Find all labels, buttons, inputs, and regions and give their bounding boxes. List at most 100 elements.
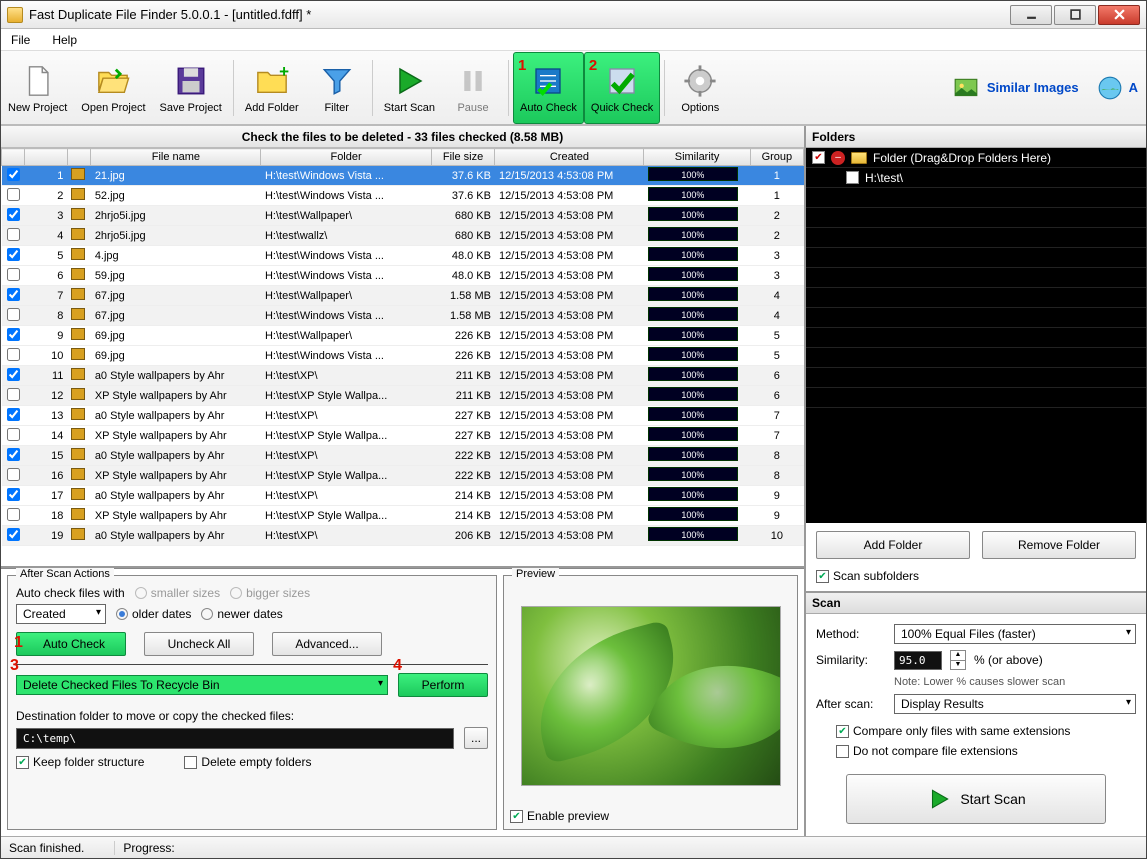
- folder-chk-icon[interactable]: [812, 151, 825, 164]
- add-folder-btn[interactable]: Add Folder: [816, 531, 970, 559]
- col-filesize[interactable]: File size: [431, 149, 495, 166]
- table-row[interactable]: 17a0 Style wallpapers by AhrH:\test\XP\2…: [2, 486, 804, 506]
- row-check[interactable]: [7, 488, 20, 501]
- new-project-button[interactable]: New Project: [1, 52, 74, 124]
- row-check[interactable]: [7, 448, 20, 461]
- row-check[interactable]: [7, 368, 20, 381]
- row-check[interactable]: [7, 208, 20, 221]
- options-button[interactable]: Options: [669, 52, 731, 124]
- save-project-button[interactable]: Save Project: [153, 52, 229, 124]
- row-check[interactable]: [7, 468, 20, 481]
- row-check[interactable]: [7, 188, 20, 201]
- titlebar[interactable]: Fast Duplicate File Finder 5.0.0.1 - [un…: [1, 1, 1146, 29]
- chk-enable-preview[interactable]: ✔Enable preview: [510, 809, 791, 823]
- thumb-icon: [71, 468, 85, 480]
- col-similarity[interactable]: Similarity: [644, 149, 750, 166]
- results-grid[interactable]: File name Folder File size Created Simil…: [1, 148, 804, 568]
- table-row[interactable]: 1069.jpgH:\test\Windows Vista ...226 KB1…: [2, 346, 804, 366]
- radio-smaller[interactable]: smaller sizes: [135, 586, 220, 600]
- chk-no-ext[interactable]: Do not compare file extensions: [836, 744, 1136, 758]
- row-check[interactable]: [7, 328, 20, 341]
- start-scan-big-button[interactable]: Start Scan: [846, 774, 1106, 824]
- table-row[interactable]: 12XP Style wallpapers by AhrH:\test\XP S…: [2, 386, 804, 406]
- col-created[interactable]: Created: [495, 149, 644, 166]
- table-row[interactable]: 42hrjo5i.jpgH:\test\wallz\680 KB12/15/20…: [2, 226, 804, 246]
- quick-check-button[interactable]: 2 Quick Check: [584, 52, 660, 124]
- similar-images-link[interactable]: Similar Images A: [951, 75, 1146, 101]
- table-row[interactable]: 14XP Style wallpapers by AhrH:\test\XP S…: [2, 426, 804, 446]
- folder-chk-icon[interactable]: [846, 171, 859, 184]
- method-dropdown[interactable]: 100% Equal Files (faster): [894, 624, 1136, 644]
- uncheckall-btn[interactable]: Uncheck All: [144, 632, 254, 656]
- spinner[interactable]: ▲ ▼: [950, 650, 966, 670]
- folders-tree[interactable]: – Folder (Drag&Drop Folders Here) H:\tes…: [806, 148, 1146, 523]
- menu-help[interactable]: Help: [48, 31, 81, 49]
- remove-folder-btn[interactable]: Remove Folder: [982, 531, 1136, 559]
- col-num[interactable]: [25, 149, 68, 166]
- table-row[interactable]: 54.jpgH:\test\Windows Vista ...48.0 KB12…: [2, 246, 804, 266]
- row-check[interactable]: [7, 428, 20, 441]
- col-check[interactable]: [2, 149, 25, 166]
- table-row[interactable]: 121.jpgH:\test\Windows Vista ...37.6 KB1…: [2, 166, 804, 186]
- advanced-btn[interactable]: Advanced...: [272, 632, 382, 656]
- table-row[interactable]: 15a0 Style wallpapers by AhrH:\test\XP\2…: [2, 446, 804, 466]
- row-check[interactable]: [7, 388, 20, 401]
- row-check[interactable]: [7, 528, 20, 541]
- row-check[interactable]: [7, 308, 20, 321]
- table-row[interactable]: 767.jpgH:\test\Wallpaper\1.58 MB12/15/20…: [2, 286, 804, 306]
- afterscan-dropdown[interactable]: Display Results: [894, 694, 1136, 714]
- cell-size: 48.0 KB: [431, 266, 495, 286]
- dest-field[interactable]: C:\temp\: [16, 728, 454, 749]
- autocheck-btn[interactable]: Auto Check: [16, 632, 126, 656]
- folder-root[interactable]: – Folder (Drag&Drop Folders Here): [806, 148, 1146, 168]
- row-check[interactable]: [7, 508, 20, 521]
- col-folder[interactable]: Folder: [261, 149, 431, 166]
- chk-delete-empty[interactable]: Delete empty folders: [184, 755, 311, 769]
- maximize-button[interactable]: [1054, 5, 1096, 25]
- action-dropdown[interactable]: Delete Checked Files To Recycle Bin: [16, 675, 388, 695]
- start-scan-button[interactable]: Start Scan: [377, 52, 442, 124]
- cell-sim: 100%: [644, 466, 750, 486]
- chk-same-ext[interactable]: ✔Compare only files with same extensions: [836, 724, 1136, 738]
- file-icon: [18, 62, 58, 100]
- minimize-button[interactable]: [1010, 5, 1052, 25]
- table-row[interactable]: 19a0 Style wallpapers by AhrH:\test\XP\2…: [2, 526, 804, 546]
- table-row[interactable]: 252.jpgH:\test\Windows Vista ...37.6 KB1…: [2, 186, 804, 206]
- table-row[interactable]: 18XP Style wallpapers by AhrH:\test\XP S…: [2, 506, 804, 526]
- pause-button[interactable]: Pause: [442, 52, 504, 124]
- browse-btn[interactable]: ...: [464, 727, 488, 749]
- table-row[interactable]: 11a0 Style wallpapers by AhrH:\test\XP\2…: [2, 366, 804, 386]
- row-check[interactable]: [7, 228, 20, 241]
- add-folder-button[interactable]: + Add Folder: [238, 52, 306, 124]
- menu-file[interactable]: File: [7, 31, 34, 49]
- close-button[interactable]: [1098, 5, 1140, 25]
- row-check[interactable]: [7, 288, 20, 301]
- perform-btn[interactable]: Perform: [398, 673, 488, 697]
- col-filename[interactable]: File name: [91, 149, 261, 166]
- radio-older[interactable]: older dates: [116, 607, 191, 621]
- radio-newer[interactable]: newer dates: [201, 607, 282, 621]
- row-check[interactable]: [7, 268, 20, 281]
- open-project-button[interactable]: Open Project: [74, 52, 152, 124]
- row-check[interactable]: [7, 348, 20, 361]
- table-row[interactable]: 32hrjo5i.jpgH:\test\Wallpaper\680 KB12/1…: [2, 206, 804, 226]
- table-row[interactable]: 867.jpgH:\test\Windows Vista ...1.58 MB1…: [2, 306, 804, 326]
- row-num: 8: [25, 306, 68, 326]
- radio-bigger[interactable]: bigger sizes: [230, 586, 310, 600]
- col-group[interactable]: Group: [750, 149, 803, 166]
- sortby-dropdown[interactable]: Created: [16, 604, 106, 624]
- row-check[interactable]: [7, 248, 20, 261]
- table-row[interactable]: 16XP Style wallpapers by AhrH:\test\XP S…: [2, 466, 804, 486]
- chk-scan-sub[interactable]: ✔Scan subfolders: [816, 569, 1136, 583]
- filter-button[interactable]: Filter: [306, 52, 368, 124]
- auto-check-button[interactable]: 1 Auto Check: [513, 52, 584, 124]
- folder-item[interactable]: H:\test\: [806, 168, 1146, 188]
- cell-filename: a0 Style wallpapers by Ahr: [91, 486, 261, 506]
- table-row[interactable]: 13a0 Style wallpapers by AhrH:\test\XP\2…: [2, 406, 804, 426]
- similarity-input[interactable]: 95.0: [894, 651, 942, 670]
- row-check[interactable]: [7, 408, 20, 421]
- row-check[interactable]: [7, 168, 20, 181]
- table-row[interactable]: 969.jpgH:\test\Wallpaper\226 KB12/15/201…: [2, 326, 804, 346]
- chk-keep-structure[interactable]: ✔Keep folder structure: [16, 755, 144, 769]
- table-row[interactable]: 659.jpgH:\test\Windows Vista ...48.0 KB1…: [2, 266, 804, 286]
